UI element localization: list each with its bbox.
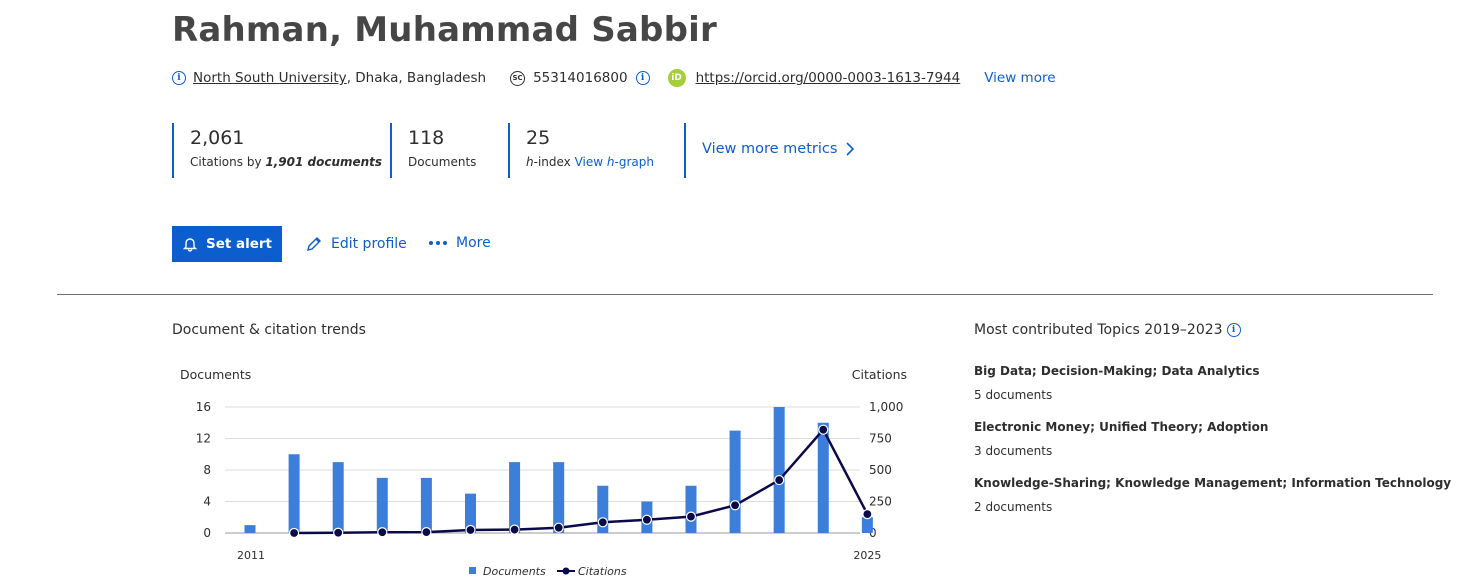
y-axis-left-label: Documents bbox=[180, 367, 251, 382]
affiliation-link[interactable]: North South University bbox=[193, 70, 347, 86]
view-h-graph-link[interactable]: View h-graph bbox=[575, 155, 654, 169]
documents-bar bbox=[729, 430, 741, 533]
documents-label: Documents bbox=[408, 155, 477, 169]
documents-bar bbox=[509, 462, 521, 533]
section-divider bbox=[57, 294, 1433, 295]
metric-documents: 118 Documents bbox=[390, 123, 476, 178]
scopus-info-icon[interactable]: i bbox=[635, 71, 650, 85]
scopus-id-icon: SC bbox=[510, 70, 526, 86]
info-icon[interactable]: i bbox=[172, 71, 186, 85]
set-alert-label: Set alert bbox=[205, 236, 273, 252]
y-tick-label-left: 16 bbox=[196, 400, 211, 414]
documents-bar bbox=[332, 462, 344, 533]
more-dots-icon bbox=[429, 241, 447, 245]
legend-citations-label: Citations bbox=[578, 565, 627, 578]
citations-point bbox=[377, 527, 388, 538]
y-tick-label-right: 500 bbox=[869, 463, 892, 477]
legend-citations-marker bbox=[562, 567, 570, 575]
documents-value: 118 bbox=[408, 127, 445, 149]
citations-point bbox=[818, 424, 829, 435]
bell-icon bbox=[182, 238, 198, 252]
more-button[interactable]: More bbox=[428, 235, 491, 251]
orcid-link[interactable]: https://orcid.org/0000-0003-1613-7944 bbox=[696, 70, 961, 86]
topic-name: Big Data; Decision-Making; Data Analytic… bbox=[974, 364, 1260, 378]
topic-name: Electronic Money; Unified Theory; Adopti… bbox=[974, 420, 1269, 434]
topic-name: Knowledge-Sharing; Knowledge Management;… bbox=[974, 476, 1452, 490]
more-label: More bbox=[456, 235, 491, 251]
h-index-value: 25 bbox=[526, 127, 551, 149]
citations-point bbox=[288, 527, 300, 539]
chevron-right-icon bbox=[846, 142, 855, 156]
citations-value: 2,061 bbox=[190, 127, 245, 149]
y-tick-label-left: 0 bbox=[203, 526, 211, 540]
documents-bar bbox=[685, 485, 697, 533]
citations-point bbox=[333, 527, 344, 538]
documents-bar bbox=[773, 407, 785, 533]
view-more-metrics-link[interactable]: View more metrics bbox=[702, 141, 855, 157]
y-tick-label-left: 12 bbox=[196, 432, 211, 446]
documents-bar bbox=[288, 454, 300, 533]
citations-point bbox=[597, 517, 608, 528]
topics-header: Most contributed Topics 2019–2023 i bbox=[974, 322, 1241, 338]
scopus-id: 55314016800 bbox=[533, 70, 628, 86]
metric-citations: 2,061 Citations by 1,901 documents bbox=[172, 123, 382, 178]
citations-label: Citations by 1,901 documents bbox=[190, 155, 383, 169]
citations-point bbox=[553, 522, 564, 533]
documents-bar bbox=[244, 525, 256, 533]
legend-documents-swatch bbox=[469, 567, 476, 574]
author-name: Rahman, Muhammad Sabbir bbox=[172, 10, 717, 50]
h-index-label: h-index View h-graph bbox=[526, 155, 654, 169]
author-info-row: i North South University , Dhaka, Bangla… bbox=[172, 66, 1056, 90]
citations-point bbox=[641, 514, 652, 525]
citations-point bbox=[421, 527, 432, 538]
pencil-icon bbox=[307, 237, 321, 251]
topic-doc-count: 2 documents bbox=[974, 500, 1053, 514]
x-tick-label: 2011 bbox=[237, 549, 265, 562]
y-tick-label-left: 8 bbox=[203, 463, 211, 477]
trends-title: Document & citation trends bbox=[172, 322, 366, 338]
topics-info-icon[interactable]: i bbox=[1226, 323, 1241, 337]
legend-documents-label: Documents bbox=[483, 565, 546, 578]
topics-title: Most contributed Topics 2019–2023 bbox=[974, 322, 1223, 338]
topic-item[interactable]: Big Data; Decision-Making; Data Analytic… bbox=[974, 364, 1260, 402]
topic-item[interactable]: Electronic Money; Unified Theory; Adopti… bbox=[974, 420, 1268, 458]
document-citation-trends-chart: DocumentsCitations048121602505007501,000… bbox=[180, 367, 907, 578]
citations-point bbox=[774, 474, 785, 486]
affiliation-location: , Dhaka, Bangladesh bbox=[346, 70, 487, 86]
y-axis-right-label: Citations bbox=[852, 367, 907, 382]
y-tick-label-right: 250 bbox=[869, 495, 892, 509]
metric-divider bbox=[684, 123, 686, 178]
edit-profile-label: Edit profile bbox=[331, 236, 407, 252]
view-more-link[interactable]: View more bbox=[984, 70, 1055, 86]
citing-documents-count: 1,901 documents bbox=[265, 155, 383, 169]
topic-doc-count: 3 documents bbox=[974, 444, 1053, 458]
x-tick-label: 2025 bbox=[853, 549, 881, 562]
citations-point bbox=[862, 509, 873, 520]
topic-doc-count: 5 documents bbox=[974, 388, 1053, 402]
y-tick-label-right: 750 bbox=[869, 432, 892, 446]
documents-bar bbox=[553, 462, 565, 533]
metric-h-index: 25 h-index View h-graph bbox=[508, 123, 654, 178]
topic-item[interactable]: Knowledge-Sharing; Knowledge Management;… bbox=[974, 476, 1451, 514]
citations-point bbox=[465, 524, 476, 536]
y-tick-label-left: 4 bbox=[203, 495, 211, 509]
edit-profile-button[interactable]: Edit profile bbox=[305, 235, 407, 253]
orcid-icon: iD bbox=[667, 69, 686, 87]
set-alert-button[interactable]: Set alert bbox=[172, 226, 282, 262]
documents-bar bbox=[420, 477, 432, 533]
citations-point bbox=[509, 524, 520, 535]
y-tick-label-right: 1,000 bbox=[869, 400, 903, 414]
view-more-metrics-label: View more metrics bbox=[702, 141, 838, 157]
citations-point bbox=[685, 511, 697, 522]
documents-bar bbox=[376, 477, 388, 533]
citations-point bbox=[729, 500, 741, 511]
documents-bar bbox=[861, 517, 873, 533]
